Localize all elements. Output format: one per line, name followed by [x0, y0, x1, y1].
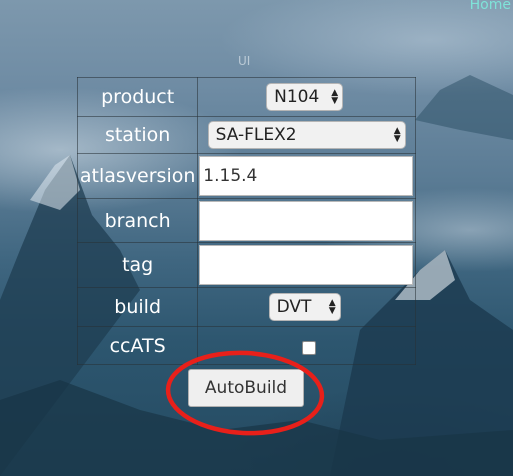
- branch-input[interactable]: [199, 200, 414, 241]
- station-label: station: [76, 116, 199, 154]
- branch-row: branch: [76, 198, 416, 243]
- stepper-arrows-icon: ▲ ▼: [328, 298, 336, 316]
- tag-label: tag: [76, 242, 199, 288]
- stepper-arrows-icon: ▲ ▼: [331, 88, 339, 106]
- build-select[interactable]: DVT ▲ ▼: [268, 293, 341, 321]
- panel-title: UI: [238, 54, 251, 68]
- product-select-value: N104: [274, 87, 320, 107]
- atlasversion-row: atlasversion 1.15.4: [76, 153, 416, 199]
- station-row: station SA-FLEX2 ▲ ▼: [76, 116, 416, 154]
- atlasversion-label: atlasversion: [76, 153, 199, 199]
- autobuild-form: product N104 ▲ ▼ station SA-FLEX2 ▲ ▼ atla…: [76, 77, 416, 365]
- ccats-row: ccATS: [76, 326, 416, 365]
- atlasversion-input[interactable]: 1.15.4: [199, 156, 414, 196]
- product-label: product: [76, 77, 199, 117]
- station-select[interactable]: SA-FLEX2 ▲ ▼: [207, 121, 406, 149]
- ccats-checkbox[interactable]: [302, 340, 317, 355]
- ccats-label: ccATS: [76, 326, 199, 365]
- tag-input[interactable]: [199, 245, 414, 285]
- branch-label: branch: [76, 198, 199, 243]
- product-row: product N104 ▲ ▼: [76, 77, 416, 117]
- tag-row: tag: [76, 242, 416, 288]
- product-select[interactable]: N104 ▲ ▼: [266, 83, 344, 111]
- stepper-arrows-icon: ▲ ▼: [393, 126, 401, 144]
- autobuild-button[interactable]: AutoBuild: [188, 369, 304, 407]
- build-label: build: [76, 287, 199, 327]
- build-row: build DVT ▲ ▼: [76, 287, 416, 327]
- station-select-value: SA-FLEX2: [215, 125, 297, 145]
- build-select-value: DVT: [276, 297, 312, 317]
- home-link[interactable]: Home: [470, 0, 511, 13]
